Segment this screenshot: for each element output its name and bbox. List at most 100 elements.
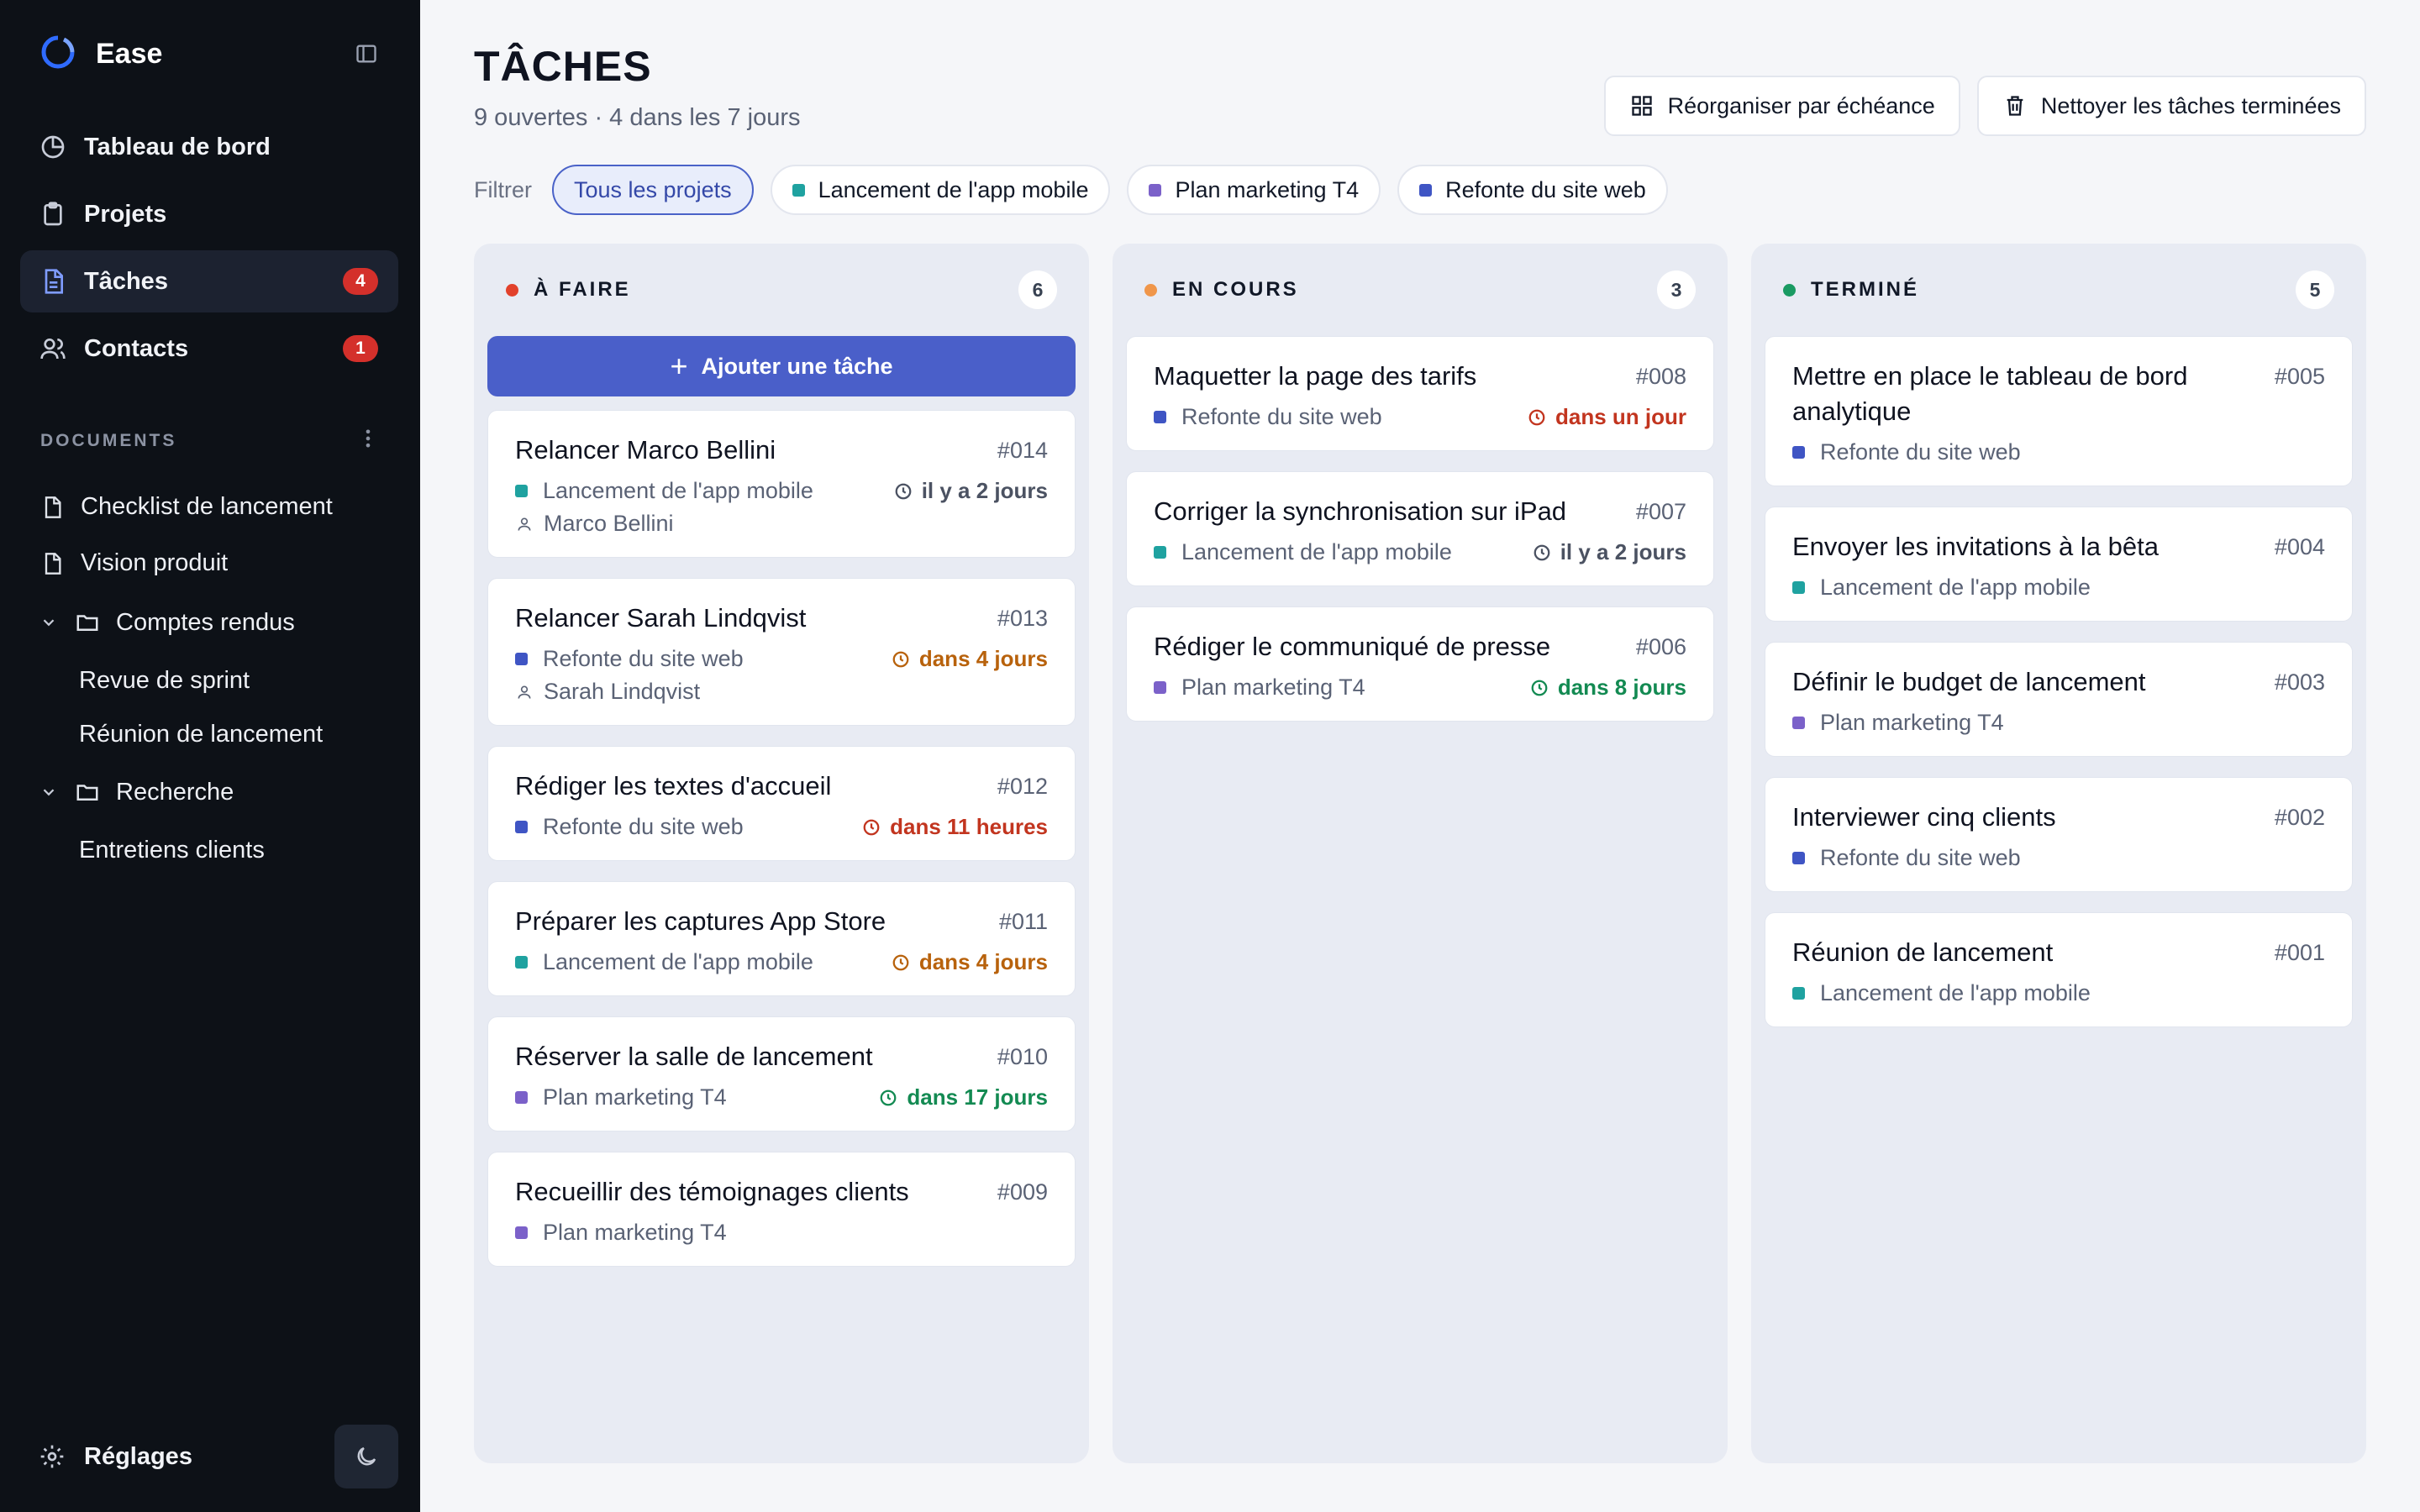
task-project: Lancement de l'app mobile	[515, 949, 813, 975]
task-id: #013	[997, 606, 1048, 631]
project-label: Lancement de l'app mobile	[1820, 575, 2091, 600]
task-id: #006	[1635, 634, 1686, 659]
task-title: Recueillir des témoignages clients	[515, 1177, 909, 1206]
project-label: Lancement de l'app mobile	[1820, 980, 2091, 1005]
nav-item-contacts[interactable]: Contacts 1	[20, 318, 398, 380]
project-color-swatch	[1154, 546, 1166, 559]
task-card[interactable]: Corriger la synchronisation sur iPad #00…	[1126, 471, 1714, 586]
add-task-label: Ajouter une tâche	[701, 353, 893, 379]
task-title: Relancer Sarah Lindqvist	[515, 603, 807, 633]
brand[interactable]: Ease	[39, 32, 162, 76]
task-project: Refonte du site web	[1154, 404, 1382, 430]
theme-toggle-button[interactable]	[334, 1425, 398, 1488]
folder-icon	[74, 779, 101, 806]
task-card[interactable]: Mettre en place le tableau de bord analy…	[1765, 336, 2353, 486]
documents-tree: Checklist de lancement Vision produit Co…	[0, 479, 420, 877]
filter-chip-mobile[interactable]: Lancement de l'app mobile	[770, 165, 1111, 215]
settings-link[interactable]: Réglages	[37, 1441, 192, 1472]
task-id: #004	[2274, 534, 2325, 559]
app-root: Ease Tableau de bord Projets Tâches 4 Co…	[0, 0, 2420, 1512]
task-card[interactable]: Rédiger les textes d'accueil #012 Refont…	[487, 746, 1076, 861]
chevron-down-icon[interactable]	[37, 780, 60, 804]
project-label: Refonte du site web	[543, 646, 744, 671]
clean-done-button[interactable]: Nettoyer les tâches terminées	[1976, 76, 2366, 136]
task-assignee: Marco Bellini	[515, 511, 1048, 537]
task-project: Plan marketing T4	[515, 1084, 727, 1110]
column-title: EN COURS	[1172, 278, 1299, 301]
due-label: dans 11 heures	[890, 814, 1048, 839]
reorganize-button[interactable]: Réorganiser par échéance	[1603, 76, 1960, 136]
task-title: Relancer Marco Bellini	[515, 435, 776, 465]
column-header: EN COURS 3	[1126, 244, 1714, 336]
sidebar-toggle-button[interactable]	[350, 37, 383, 71]
doc-item-revue-sprint[interactable]: Revue de sprint	[0, 654, 420, 707]
doc-item-checklist[interactable]: Checklist de lancement	[0, 479, 420, 535]
task-card[interactable]: Réserver la salle de lancement #010 Plan…	[487, 1016, 1076, 1131]
page-title: TÂCHES	[474, 43, 652, 90]
task-due: dans 4 jours	[891, 646, 1048, 672]
clock-icon	[893, 481, 913, 501]
task-card[interactable]: Interviewer cinq clients #002 Refonte du…	[1765, 777, 2353, 892]
filter-chip-all[interactable]: Tous les projets	[552, 165, 754, 215]
doc-item-vision[interactable]: Vision produit	[0, 535, 420, 591]
task-card[interactable]: Recueillir des témoignages clients #009 …	[487, 1152, 1076, 1267]
column-count: 5	[2296, 270, 2334, 309]
nav-item-projects[interactable]: Projets	[20, 183, 398, 245]
nav-item-tasks[interactable]: Tâches 4	[20, 250, 398, 312]
doc-item-label: Vision produit	[81, 549, 229, 576]
task-card[interactable]: Maquetter la page des tarifs #008 Refont…	[1126, 336, 1714, 451]
doc-item-reunion-lancement[interactable]: Réunion de lancement	[0, 707, 420, 761]
task-project: Refonte du site web	[515, 646, 744, 672]
task-id: #010	[997, 1044, 1048, 1069]
nav-item-label: Tâches	[84, 267, 168, 295]
chip-label: Lancement de l'app mobile	[818, 176, 1089, 202]
task-card[interactable]: Réunion de lancement #001 Lancement de l…	[1765, 912, 2353, 1027]
clipboard-icon	[39, 200, 67, 228]
doc-item-entretiens[interactable]: Entretiens clients	[0, 823, 420, 877]
project-label: Lancement de l'app mobile	[543, 478, 813, 503]
column-header: TERMINÉ 5	[1765, 244, 2353, 336]
nav-item-dashboard[interactable]: Tableau de bord	[20, 116, 398, 178]
add-task-button[interactable]: + Ajouter une tâche	[487, 336, 1076, 396]
task-due: il y a 2 jours	[893, 478, 1048, 504]
task-id: #005	[2274, 364, 2325, 389]
tasks-count-badge: 4	[343, 268, 378, 295]
project-label: Refonte du site web	[1181, 404, 1382, 429]
task-title: Corriger la synchronisation sur iPad	[1154, 496, 1567, 526]
project-color-swatch	[792, 183, 805, 197]
task-card[interactable]: Relancer Sarah Lindqvist #013 Refonte du…	[487, 578, 1076, 726]
more-vertical-icon[interactable]	[360, 427, 376, 454]
project-color-swatch	[1419, 183, 1433, 197]
task-card[interactable]: Envoyer les invitations à la bêta #004 L…	[1765, 507, 2353, 622]
grid-icon	[1629, 93, 1655, 118]
filter-chip-marketing[interactable]: Plan marketing T4	[1127, 165, 1381, 215]
project-label: Plan marketing T4	[1820, 710, 2004, 735]
task-id: #007	[1635, 499, 1686, 524]
status-dot	[1783, 283, 1796, 297]
status-dot	[506, 283, 518, 297]
doc-item-label: Entretiens clients	[79, 836, 265, 864]
task-due: il y a 2 jours	[1532, 539, 1686, 565]
folder-comptes-rendus[interactable]: Comptes rendus	[0, 591, 420, 654]
task-card[interactable]: Relancer Marco Bellini #014 Lancement de…	[487, 410, 1076, 558]
filter-label: Filtrer	[474, 176, 532, 202]
due-label: il y a 2 jours	[921, 478, 1048, 503]
task-card[interactable]: Préparer les captures App Store #011 Lan…	[487, 881, 1076, 996]
assignee-label: Sarah Lindqvist	[544, 679, 701, 704]
task-card[interactable]: Définir le budget de lancement #003 Plan…	[1765, 642, 2353, 757]
task-title: Mettre en place le tableau de bord analy…	[1792, 361, 2188, 426]
project-color-swatch	[1792, 717, 1805, 729]
user-icon	[515, 683, 534, 701]
task-id: #001	[2274, 940, 2325, 965]
file-icon	[39, 550, 66, 577]
filter-chip-web[interactable]: Refonte du site web	[1397, 165, 1668, 215]
trash-icon	[2002, 93, 2028, 118]
folder-recherche[interactable]: Recherche	[0, 761, 420, 823]
task-due: dans un jour	[1527, 404, 1686, 430]
page-subtitle: 9 ouvertes · 4 dans les 7 jours	[474, 104, 801, 131]
chevron-down-icon[interactable]	[37, 611, 60, 634]
task-card[interactable]: Rédiger le communiqué de presse #006 Pla…	[1126, 606, 1714, 722]
clock-icon	[878, 1088, 898, 1108]
task-project: Refonte du site web	[1792, 845, 2021, 871]
clean-done-label: Nettoyer les tâches terminées	[2040, 92, 2341, 118]
